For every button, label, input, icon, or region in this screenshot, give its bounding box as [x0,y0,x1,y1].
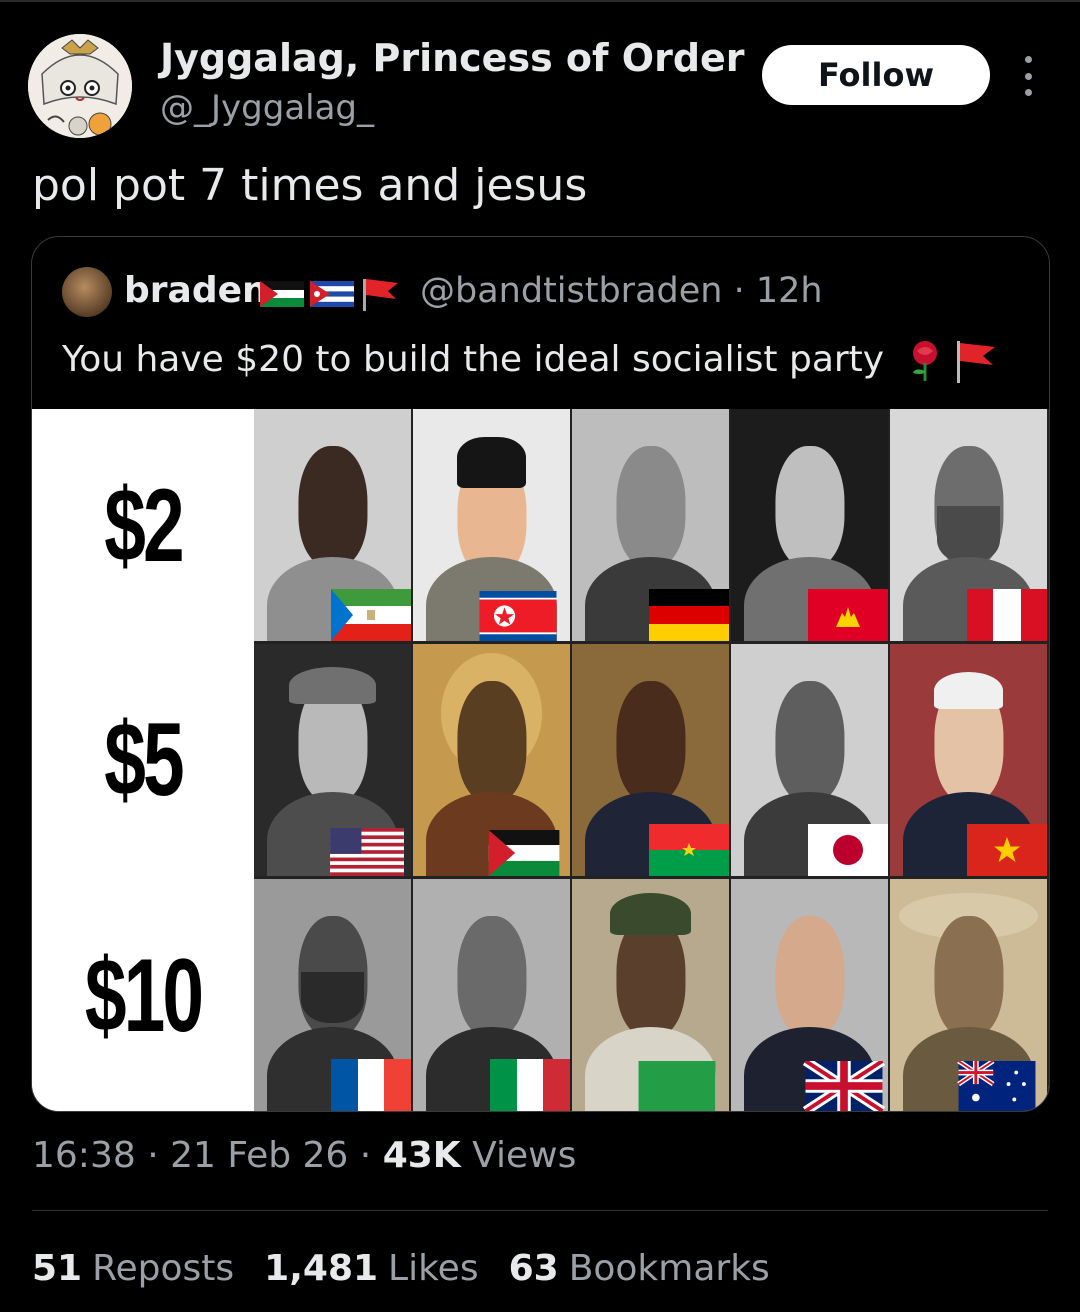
likes-stat[interactable]: 1,481 Likes [264,1248,478,1289]
red-flag-icon [363,279,398,311]
tweet-time: 16:38 [32,1135,136,1176]
views-label: Views [472,1135,577,1176]
north-korea-flag-icon [479,591,557,641]
cambodia-flag-icon [808,589,888,641]
japan-flag-icon [808,824,888,876]
author-display-name[interactable]: Jyggalag, Princess of Order [160,36,745,80]
price-column: $2 $5 $10 [32,409,254,1111]
usa-flag-icon [330,828,404,876]
portrait-cell [890,644,1047,876]
likes-label: Likes [388,1248,479,1289]
portrait-cell [413,644,570,876]
tweet-text: pol pot 7 times and jesus [32,160,588,211]
burkina-faso-flag-icon [649,824,729,876]
quoted-tweet-card[interactable]: braden @bandtistbraden · 12h You have $2… [31,236,1050,1112]
bookmarks-stat[interactable]: 63 Bookmarks [509,1248,770,1289]
reposts-label: Reposts [92,1248,235,1289]
price-label: $5 [104,702,184,818]
divider [32,1210,1048,1211]
libya-flag-icon [638,1061,716,1111]
follow-button[interactable]: Follow [762,45,990,105]
author-handle[interactable]: @_Jyggalag_ [160,88,374,128]
germany-flag-icon [649,589,729,641]
meta-separator: · [147,1135,171,1176]
vietnam-flag-icon [967,824,1047,876]
australia-flag-icon [957,1061,1036,1111]
meta-separator: · [359,1135,383,1176]
portrait-cell [572,879,729,1111]
name-flag-emojis [260,277,400,311]
portrait-cell [413,879,570,1111]
tweet-date: 21 Feb 26 [170,1135,349,1176]
portrait-cell [572,409,729,641]
quoted-author-avatar[interactable] [62,267,112,317]
bookmarks-label: Bookmarks [568,1248,770,1289]
palestine-flag-icon [260,281,304,307]
quoted-handle-time[interactable]: @bandtistbraden · 12h [420,271,823,311]
portrait-cell [731,409,888,641]
uk-flag-icon [802,1061,886,1111]
portrait-cell [254,644,411,876]
equatorial-guinea-flag-icon [331,589,411,641]
portrait-cell [413,409,570,641]
italy-flag-icon [490,1059,570,1111]
peru-flag-icon [967,589,1047,641]
quoted-text-emojis [907,339,997,383]
quoted-text: You have $20 to build the ideal socialis… [62,339,885,380]
price-label: $10 [84,938,204,1054]
portrait-cell [890,409,1047,641]
portrait-cell [572,644,729,876]
france-flag-icon [331,1059,411,1111]
tweet-meta: 16:38 · 21 Feb 26 · 43K Views [32,1135,576,1176]
views-count: 43K [382,1135,461,1176]
more-options-icon[interactable] [1018,56,1038,96]
quoted-image[interactable]: $2 $5 $10 [32,409,1049,1111]
red-flag-icon [957,341,995,383]
reposts-count: 51 [32,1248,83,1289]
price-label: $2 [104,468,184,584]
author-avatar[interactable] [28,34,132,138]
quoted-author-name[interactable]: braden [124,270,268,311]
rose-icon [913,341,937,381]
top-border [0,0,1080,2]
palestine-flag-icon [488,830,560,876]
portrait-cell [731,879,888,1111]
cuba-flag-icon [310,281,354,307]
portrait-cell [731,644,888,876]
anime-avatar-icon [28,34,132,138]
portrait-grid [254,409,1049,1111]
portrait-cell [254,879,411,1111]
portrait-cell [254,409,411,641]
reposts-stat[interactable]: 51 Reposts [32,1248,234,1289]
likes-count: 1,481 [264,1248,379,1289]
bookmarks-count: 63 [508,1248,559,1289]
portrait-cell [890,879,1047,1111]
engagement-stats: 51 Reposts 1,481 Likes 63 Bookmarks [32,1248,770,1289]
